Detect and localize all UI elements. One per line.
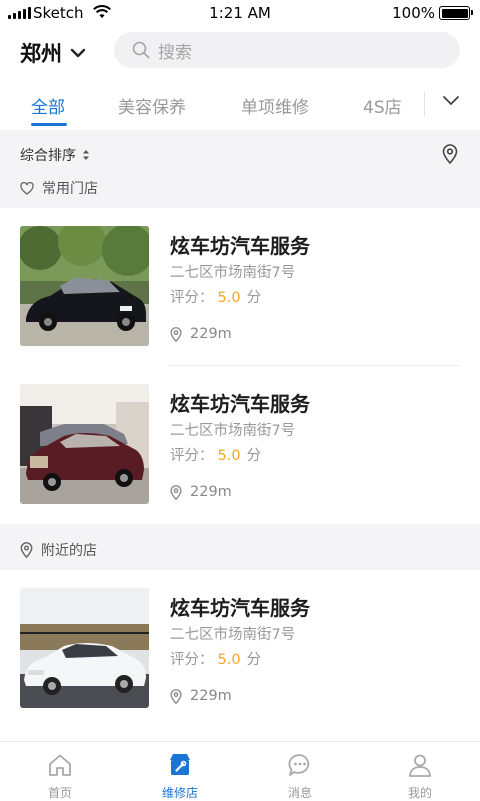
- category-tabs: 全部 美容保养 单项维修 4S店: [0, 80, 480, 128]
- shop-photo: [20, 588, 149, 708]
- heart-icon: [20, 181, 34, 195]
- nearby-section-header: 附近的店: [20, 540, 97, 560]
- nearby-section-band: 附近的店: [0, 524, 480, 570]
- header: 郑州 搜索: [0, 26, 480, 78]
- active-tab-indicator: [31, 123, 67, 126]
- nav-repair-shop[interactable]: 维修店: [120, 742, 240, 801]
- tab-beauty-maintenance[interactable]: 美容保养: [118, 93, 186, 118]
- shop-distance: 229m: [170, 326, 232, 342]
- location-pin-icon: [20, 542, 33, 558]
- rating-unit: 分: [246, 652, 262, 668]
- nav-home[interactable]: 首页: [0, 742, 120, 801]
- shop-name: 炫车坊汽车服务: [170, 596, 310, 620]
- home-icon: [49, 754, 71, 776]
- rating-unit: 分: [246, 290, 262, 306]
- nav-profile[interactable]: 我的: [360, 742, 480, 801]
- shop-name: 炫车坊汽车服务: [170, 234, 310, 258]
- shop-distance: 229m: [170, 484, 232, 500]
- shop-rating: 评分： 5.0 分: [170, 648, 261, 669]
- rating-label: 评分：: [170, 652, 214, 668]
- rating-score: 5.0: [217, 652, 241, 668]
- nav-label: 消息: [287, 786, 312, 800]
- tab-all[interactable]: 全部: [31, 93, 65, 118]
- shop-address: 二七区市场南街7号: [170, 423, 296, 439]
- tabs-divider: [424, 92, 425, 116]
- battery-percent: 100%: [392, 4, 435, 22]
- distance-value: 229m: [190, 484, 232, 500]
- city-selector[interactable]: 郑州: [20, 38, 86, 68]
- shop-card[interactable]: 炫车坊汽车服务 二七区市场南街7号 评分： 5.0 分 229m: [0, 208, 480, 366]
- distance-value: 229m: [190, 688, 232, 704]
- search-icon: [132, 41, 150, 59]
- bottom-nav: 首页 维修店 消息 我的: [0, 741, 480, 800]
- shop-card[interactable]: 炫车坊汽车服务 二七区市场南街7号 评分： 5.0 分 229m: [0, 570, 480, 728]
- shop-distance: 229m: [170, 688, 232, 704]
- tab-single-repair[interactable]: 单项维修: [241, 93, 309, 118]
- section-title: 附近的店: [41, 543, 97, 559]
- chevron-down-icon[interactable]: [442, 94, 460, 108]
- rating-unit: 分: [246, 448, 262, 464]
- shop-card[interactable]: 炫车坊汽车服务 二七区市场南街7号 评分： 5.0 分 229m: [0, 366, 480, 524]
- shop-name: 炫车坊汽车服务: [170, 392, 310, 416]
- rating-score: 5.0: [217, 290, 241, 306]
- nav-messages[interactable]: 消息: [240, 742, 360, 801]
- location-pin-icon: [170, 688, 182, 704]
- sort-dropdown[interactable]: 综合排序: [20, 145, 90, 165]
- shop-rating: 评分： 5.0 分: [170, 444, 261, 465]
- sort-arrows-icon: [83, 150, 89, 160]
- nav-label: 维修店: [161, 786, 198, 800]
- nav-label: 首页: [47, 786, 72, 800]
- search-input[interactable]: 搜索: [114, 32, 460, 68]
- rating-score: 5.0: [217, 448, 241, 464]
- location-pin-icon: [170, 326, 182, 342]
- filter-bar: 综合排序 常用门店: [0, 130, 480, 208]
- status-bar: Sketch 1:21 AM 100%: [0, 0, 480, 26]
- store-icon: [170, 754, 190, 775]
- shop-photo: [20, 384, 149, 504]
- favorites-section-header: 常用门店: [20, 178, 98, 198]
- battery-icon: [439, 6, 473, 20]
- nav-label: 我的: [407, 786, 432, 800]
- location-pin-icon: [170, 484, 182, 500]
- section-title: 常用门店: [42, 181, 98, 197]
- city-label: 郑州: [20, 42, 62, 66]
- rating-label: 评分：: [170, 448, 214, 464]
- rating-label: 评分：: [170, 290, 214, 306]
- chevron-down-icon: [70, 48, 86, 58]
- shop-address: 二七区市场南街7号: [170, 265, 296, 281]
- distance-value: 229m: [190, 326, 232, 342]
- shop-rating: 评分： 5.0 分: [170, 286, 261, 307]
- user-icon: [409, 754, 431, 777]
- chat-icon: [288, 754, 310, 776]
- sort-label: 综合排序: [20, 148, 76, 164]
- location-pin-icon[interactable]: [442, 144, 458, 164]
- search-placeholder: 搜索: [158, 42, 192, 63]
- shop-address: 二七区市场南街7号: [170, 627, 296, 643]
- shop-photo: [20, 226, 149, 346]
- tab-4s-store[interactable]: 4S店: [363, 93, 402, 118]
